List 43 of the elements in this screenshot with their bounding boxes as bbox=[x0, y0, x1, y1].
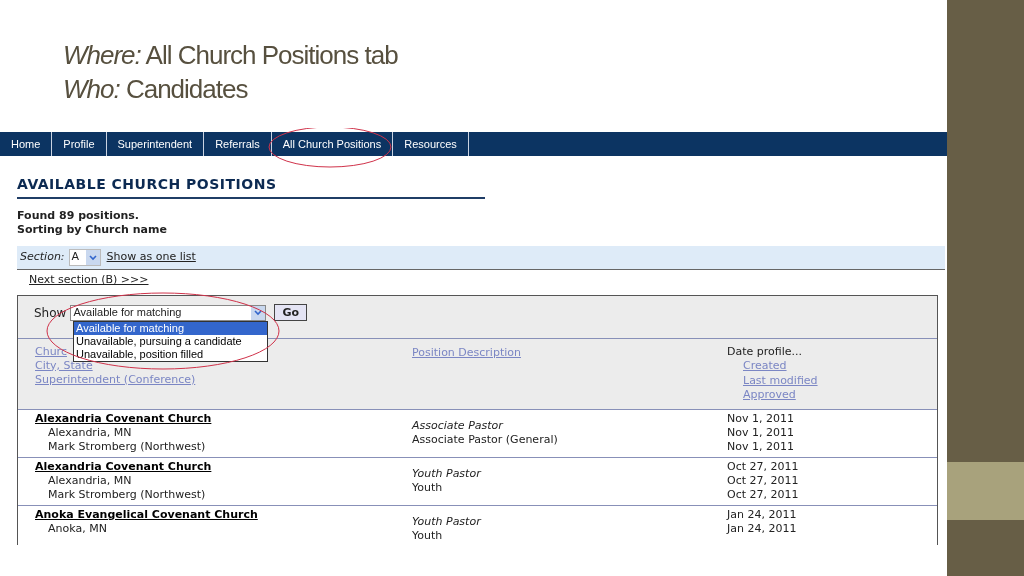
table-cell: Nov 1, 2011 bbox=[727, 411, 794, 426]
church-link[interactable]: Alexandria Covenant Church bbox=[35, 411, 212, 426]
summary-text: Found 89 positions. bbox=[17, 209, 141, 223]
table-cell: Oct 27, 2011 bbox=[727, 459, 799, 474]
table-cell-text: Youth bbox=[412, 480, 444, 495]
nav-tab[interactable]: Home bbox=[0, 132, 53, 156]
dropdown-option[interactable]: Unavailable, pursuing a candidate bbox=[74, 334, 267, 348]
table-cell-text: Youth bbox=[412, 528, 444, 543]
table-cell: Nov 1, 2011 bbox=[727, 425, 794, 440]
dropdown-option[interactable]: Available for matching bbox=[74, 321, 267, 335]
nav-tab[interactable]: Superintendent bbox=[106, 132, 205, 156]
church-link[interactable]: Alexandria Covenant Church bbox=[35, 459, 212, 474]
section-label: Section: bbox=[20, 249, 65, 266]
slide-title-line: Where: All Church Positions tab bbox=[63, 39, 399, 72]
section-select[interactable]: A bbox=[68, 249, 101, 266]
table-cell: Jan 24, 2011 bbox=[727, 521, 797, 536]
table-cell: Nov 1, 2011 bbox=[727, 439, 794, 454]
dropdown-option[interactable]: Unavailable, position filled bbox=[74, 347, 267, 361]
table-cell-text: Alexandria, MN bbox=[48, 425, 133, 440]
show-label: Show bbox=[34, 304, 67, 322]
slide-title-line: Who: Candidates bbox=[63, 73, 249, 106]
table-cell-text: Alexandria, MN bbox=[48, 473, 133, 488]
show-all-link[interactable]: Show as one list bbox=[106, 249, 196, 266]
table-cell-text: Youth Pastor bbox=[412, 514, 483, 529]
table-cell-text: Youth Pastor bbox=[412, 466, 483, 481]
nav-tab[interactable]: Profile bbox=[52, 132, 107, 156]
table-cell-text: Associate Pastor bbox=[412, 418, 505, 433]
table-cell-text: Anoka, MN bbox=[48, 521, 108, 536]
table-cell: Jan 24, 2011 bbox=[727, 507, 797, 522]
nav-tab[interactable]: Referrals bbox=[204, 132, 272, 156]
summary-text: Sorting by Church name bbox=[17, 223, 168, 237]
nav-tab[interactable]: Resources bbox=[393, 132, 469, 156]
table-cell-text: Associate Pastor (General) bbox=[412, 432, 559, 447]
church-link[interactable]: Anoka Evangelical Covenant Church bbox=[35, 507, 258, 522]
table-cell: Oct 27, 2011 bbox=[727, 473, 799, 488]
next-section-link[interactable]: Next section (B) >>> bbox=[29, 272, 149, 289]
page-heading: AVAILABLE CHURCH POSITIONS bbox=[17, 174, 485, 199]
table-cell-text: Mark Stromberg (Northwest) bbox=[48, 439, 207, 454]
table-cell: Oct 27, 2011 bbox=[727, 487, 799, 502]
table-cell-text: Mark Stromberg (Northwest) bbox=[48, 487, 207, 502]
go-button[interactable]: Go bbox=[274, 304, 307, 321]
status-select[interactable]: Available for matching bbox=[70, 304, 267, 321]
column-label: Date profile... bbox=[727, 344, 804, 359]
